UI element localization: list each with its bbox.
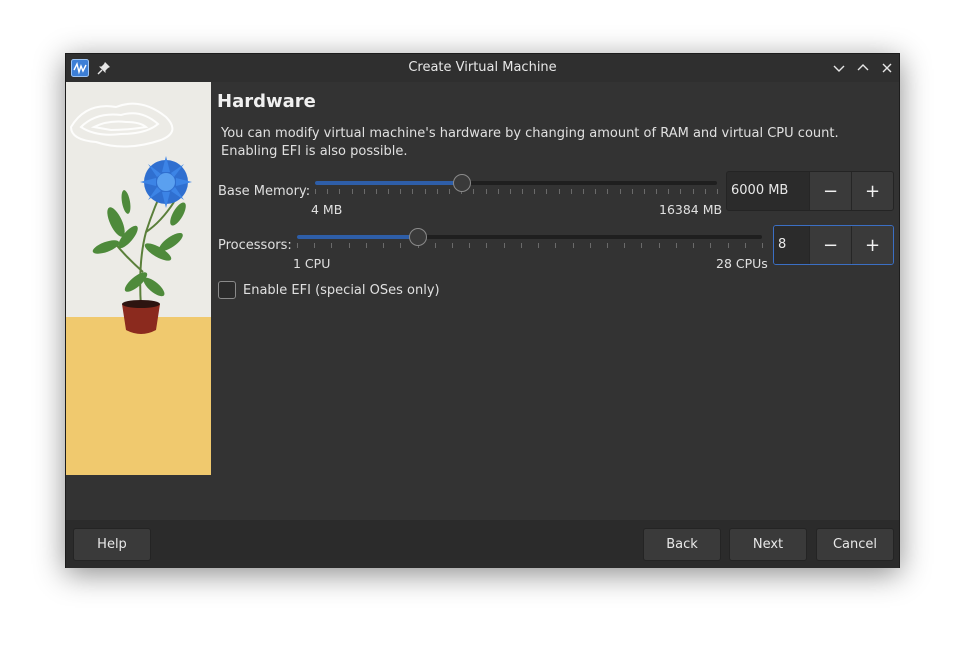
description-line-1: You can modify virtual machine's hardwar…: [221, 126, 839, 141]
slider-tick: [595, 189, 597, 194]
slider-tick: [762, 243, 763, 248]
slider-tick: [680, 189, 682, 194]
processors-decrement-button[interactable]: −: [809, 226, 851, 264]
slider-tick: [704, 189, 706, 194]
slider-tick: [643, 189, 645, 194]
chevron-up-icon[interactable]: [855, 60, 871, 76]
slider-tick: [469, 243, 471, 248]
close-icon[interactable]: [879, 60, 895, 76]
slider-tick: [436, 189, 438, 194]
memory-label: Base Memory:: [218, 184, 311, 199]
memory-max-label: 16384 MB: [659, 202, 723, 217]
slider-tick: [583, 189, 584, 194]
slider-tick: [717, 189, 718, 194]
slider-tick: [692, 189, 694, 194]
slider-tick: [558, 189, 560, 194]
memory-min-label: 4 MB: [311, 202, 343, 217]
slider-tick: [727, 243, 729, 248]
title-bar: Create Virtual Machine: [66, 54, 899, 82]
slider-tick: [668, 189, 670, 194]
slider-tick: [693, 243, 695, 248]
slider-tick: [315, 189, 316, 194]
create-vm-dialog: Create Virtual Machine Hardware You can …: [65, 53, 900, 568]
slider-tick: [509, 189, 511, 194]
slider-tick: [555, 243, 557, 248]
slider-tick: [485, 189, 487, 194]
slider-tick: [641, 243, 643, 248]
efi-label[interactable]: Enable EFI (special OSes only): [243, 283, 440, 298]
memory-slider[interactable]: [315, 181, 717, 185]
flower-illustration: [66, 82, 211, 475]
processors-increment-button[interactable]: +: [851, 226, 893, 264]
slider-tick: [351, 189, 353, 194]
efi-checkbox[interactable]: [218, 281, 236, 299]
memory-value[interactable]: 6000 MB: [727, 172, 809, 210]
slider-tick: [522, 189, 524, 194]
slider-tick: [434, 243, 436, 248]
description-line-2: Enabling EFI is also possible.: [221, 144, 408, 159]
slider-tick: [452, 243, 453, 248]
slider-tick: [589, 243, 591, 248]
processors-slider-ticks: [297, 243, 763, 249]
slider-tick: [314, 243, 316, 248]
slider-tick: [297, 243, 298, 248]
slider-tick: [619, 189, 621, 194]
slider-tick: [327, 189, 329, 194]
slider-tick: [388, 189, 390, 194]
processors-min-label: 1 CPU: [293, 256, 331, 271]
slider-tick: [400, 189, 402, 194]
slider-tick: [497, 189, 499, 194]
slider-tick: [486, 243, 488, 248]
help-button[interactable]: Help: [73, 528, 151, 561]
processors-max-label: 28 CPUs: [716, 256, 768, 271]
slider-tick: [744, 243, 746, 248]
slider-tick: [375, 189, 377, 194]
slider-tick: [658, 243, 660, 248]
slider-tick: [534, 189, 536, 194]
chevron-down-icon[interactable]: [831, 60, 847, 76]
slider-tick: [473, 189, 475, 194]
page-description: You can modify virtual machine's hardwar…: [221, 125, 839, 161]
slider-tick: [538, 243, 540, 248]
processors-value[interactable]: 8: [774, 226, 809, 264]
slider-tick: [546, 189, 548, 194]
slider-tick: [365, 243, 367, 248]
memory-slider-fill: [315, 181, 463, 185]
slider-tick: [710, 243, 712, 248]
slider-tick: [572, 243, 574, 248]
next-button[interactable]: Next: [729, 528, 807, 561]
processors-spinbox[interactable]: 8 − +: [773, 225, 894, 265]
processors-label: Processors:: [218, 238, 292, 253]
slider-tick: [675, 243, 677, 248]
memory-decrement-button[interactable]: −: [809, 172, 851, 210]
slider-tick: [424, 189, 426, 194]
slider-tick: [383, 243, 385, 248]
slider-tick: [449, 189, 450, 194]
slider-tick: [624, 243, 626, 248]
memory-slider-ticks: [315, 189, 718, 195]
slider-tick: [656, 189, 658, 194]
memory-increment-button[interactable]: +: [851, 172, 893, 210]
slider-tick: [631, 189, 633, 194]
back-button[interactable]: Back: [643, 528, 721, 561]
slider-tick: [520, 243, 522, 248]
processors-slider[interactable]: [297, 235, 762, 239]
memory-spinbox[interactable]: 6000 MB − +: [726, 171, 894, 211]
slider-tick: [339, 189, 341, 194]
slider-tick: [412, 189, 414, 194]
page-heading: Hardware: [217, 91, 316, 112]
processors-slider-handle[interactable]: [408, 228, 427, 246]
processors-slider-fill: [297, 235, 418, 239]
slider-tick: [331, 243, 333, 248]
window-title: Create Virtual Machine: [408, 60, 557, 75]
slider-tick: [607, 189, 609, 194]
slider-tick: [363, 189, 365, 194]
slider-tick: [607, 243, 608, 248]
cancel-button[interactable]: Cancel: [816, 528, 894, 561]
slider-tick: [400, 243, 402, 248]
slider-tick: [570, 189, 572, 194]
slider-tick: [348, 243, 350, 248]
slider-tick: [503, 243, 505, 248]
